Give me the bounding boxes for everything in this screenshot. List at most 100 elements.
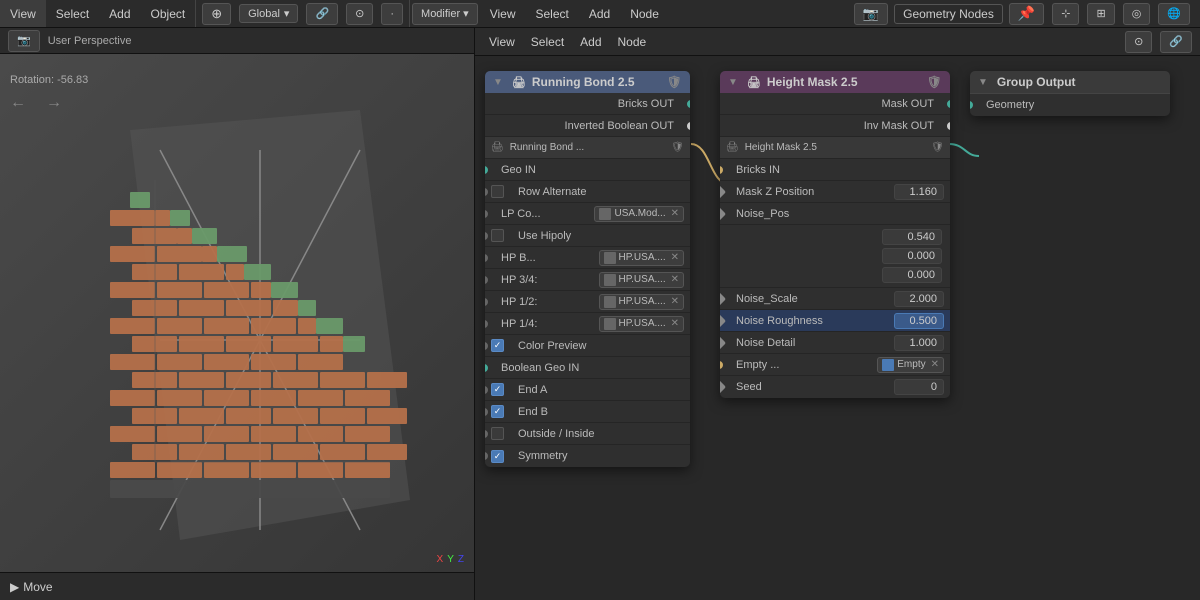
ne-menu-add[interactable]: Add	[572, 28, 609, 55]
running-bond-title: Running Bond 2.5	[532, 75, 635, 89]
dot-btn[interactable]: ·	[381, 3, 403, 25]
rb-hp-b-close[interactable]: ✕	[671, 252, 679, 263]
view-perspective-btn[interactable]: 📷	[8, 30, 40, 52]
hm-seed-value[interactable]: 0	[894, 379, 944, 395]
rb-colorprev-socket[interactable]	[485, 342, 488, 350]
hm-x-value[interactable]: 0.540	[882, 229, 942, 245]
menu-add-right[interactable]: Add	[579, 0, 620, 27]
view-label: User Perspective	[48, 35, 132, 47]
rb-row-alt-checkbox[interactable]	[491, 185, 504, 198]
ne-menu-view[interactable]: View	[481, 28, 523, 55]
rb-inv-bool-socket[interactable]	[687, 122, 690, 130]
global-dropdown[interactable]: Global ▾	[239, 4, 298, 23]
cursor-btn[interactable]: ⊹	[1052, 3, 1079, 25]
rb-color-preview-row: ✓ Color Preview	[485, 335, 690, 357]
rb-lp-socket[interactable]	[485, 210, 488, 218]
overlay-btn[interactable]: ◎	[1123, 3, 1151, 25]
proportional-edit-btn[interactable]: ⊙	[346, 3, 373, 25]
rb-hp12-close[interactable]: ✕	[671, 296, 679, 307]
rb-hp12-socket[interactable]	[485, 298, 488, 306]
hm-z-value[interactable]: 0.000	[882, 267, 942, 283]
ne-menu-select[interactable]: Select	[523, 28, 572, 55]
rb-hp-b-texture[interactable]: HP.USA.... ✕	[599, 250, 684, 266]
rb-hp14-texture[interactable]: HP.USA.... ✕	[599, 316, 684, 332]
rb-outinside-checkbox[interactable]	[491, 427, 504, 440]
rb-symmetry-socket[interactable]	[485, 452, 488, 460]
move-button[interactable]: ▶ Move	[10, 580, 53, 594]
rb-hp34-close[interactable]: ✕	[671, 274, 679, 285]
rb-enda-checkbox[interactable]: ✓	[491, 383, 504, 396]
transform-orientation-icon-btn[interactable]: ⊕	[202, 3, 231, 25]
hm-bricks-in-socket[interactable]	[720, 166, 723, 174]
left-viewport-menus: View Select Add Object ⊕ Global ▾ 🔗 ⊙ ·	[0, 0, 409, 27]
menu-add-left[interactable]: Add	[99, 0, 140, 27]
rb-geo-in-socket[interactable]	[485, 166, 488, 174]
viewport-bottombar: ▶ Move	[0, 572, 474, 600]
rb-row-alt-socket[interactable]	[485, 188, 488, 196]
pin-btn[interactable]: 📌	[1009, 3, 1044, 25]
hm-empty-close[interactable]: ✕	[931, 359, 939, 370]
left-arrow: ←	[10, 94, 26, 112]
move-label: Move	[23, 580, 52, 594]
render-icon-btn[interactable]: 📷	[854, 3, 888, 25]
rb-hp12-texture[interactable]: HP.USA.... ✕	[599, 294, 684, 310]
rb-hp-b-socket[interactable]	[485, 254, 488, 262]
menu-select-left[interactable]: Select	[46, 0, 99, 27]
pin-icon: 📌	[1018, 5, 1035, 22]
hm-noise-detail-value[interactable]: 1.000	[894, 335, 944, 351]
rb-hp14-close[interactable]: ✕	[671, 318, 679, 329]
ne-menu-node[interactable]: Node	[610, 28, 655, 55]
hm-print-icon: 🖨	[747, 76, 761, 89]
hm-empty-socket[interactable]	[720, 361, 723, 369]
rb-hipoly-socket[interactable]	[485, 232, 488, 240]
menu-view-left[interactable]: View	[0, 0, 46, 27]
hm-noise-scale-diamond[interactable]	[720, 291, 726, 305]
rb-bricks-out-socket[interactable]	[687, 100, 690, 108]
hm-noise-pos-diamond[interactable]	[720, 206, 726, 220]
hm-y-value[interactable]: 0.000	[882, 248, 942, 264]
rb-colorprev-checkbox[interactable]: ✓	[491, 339, 504, 352]
menu-view-right[interactable]: View	[480, 0, 526, 27]
geo-nodes-tab[interactable]: Geometry Nodes	[894, 4, 1003, 24]
rb-endb-socket[interactable]	[485, 408, 488, 416]
rb-lp-close[interactable]: ✕	[671, 208, 679, 219]
hm-noise-scale-value[interactable]: 2.000	[894, 291, 944, 307]
hm-mask-z-value[interactable]: 1.160	[894, 184, 944, 200]
group-output-header[interactable]: ▼ Group Output	[970, 71, 1170, 94]
height-mask-header[interactable]: ▼ 🖨 Height Mask 2.5 🛡	[720, 71, 950, 93]
rb-endb-checkbox[interactable]: ✓	[491, 405, 504, 418]
rb-hp-b-label: HP B...	[501, 252, 599, 264]
hm-seed-diamond[interactable]	[720, 380, 726, 394]
rb-hp34-socket[interactable]	[485, 276, 488, 284]
ne-snap-btn[interactable]: 🔗	[1160, 31, 1192, 53]
ne-toggle-btn[interactable]: ⊙	[1125, 31, 1152, 53]
snap-btn[interactable]: 🔗	[306, 3, 338, 25]
hm-noise-roughness-value[interactable]: 0.500	[894, 313, 944, 329]
xray-btn[interactable]: 🌐	[1158, 3, 1190, 25]
go-geometry-socket[interactable]	[970, 101, 973, 109]
rb-hp14-socket[interactable]	[485, 320, 488, 328]
viewport-layout-btn[interactable]: ⊞	[1087, 3, 1114, 25]
hm-empty-texture[interactable]: Empty ✕	[877, 357, 944, 373]
hm-mask-out-socket[interactable]	[947, 100, 950, 108]
hm-noise-pos-row: Noise_Pos	[720, 203, 950, 225]
rb-hp34-texture[interactable]: HP.USA.... ✕	[599, 272, 684, 288]
menu-object[interactable]: Object	[141, 0, 196, 27]
menu-node[interactable]: Node	[620, 0, 669, 27]
rb-enda-socket[interactable]	[485, 386, 488, 394]
rb-hp12-texture-label: HP.USA....	[619, 296, 666, 307]
rb-symmetry-checkbox[interactable]: ✓	[491, 450, 504, 463]
hm-noise-detail-diamond[interactable]	[720, 335, 726, 349]
rb-hipoly-checkbox[interactable]	[491, 229, 504, 242]
rb-bricks-out-label: Bricks OUT	[491, 98, 674, 110]
running-bond-header[interactable]: ▼ 🖨 Running Bond 2.5 🛡	[485, 71, 690, 93]
hm-mask-z-diamond[interactable]	[720, 184, 726, 198]
rb-boolgeo-socket[interactable]	[485, 364, 488, 372]
modifier-dropdown[interactable]: Modifier ▾	[412, 3, 478, 25]
menu-select-right[interactable]: Select	[525, 0, 578, 27]
hm-noise-rough-diamond[interactable]	[720, 313, 726, 327]
viewport-canvas[interactable]: Rotation: -56.83 ← →	[0, 54, 474, 600]
rb-outinside-socket[interactable]	[485, 430, 488, 438]
hm-inv-mask-out-socket[interactable]	[947, 122, 950, 130]
rb-lp-texture[interactable]: USA.Mod... ✕	[594, 206, 684, 222]
